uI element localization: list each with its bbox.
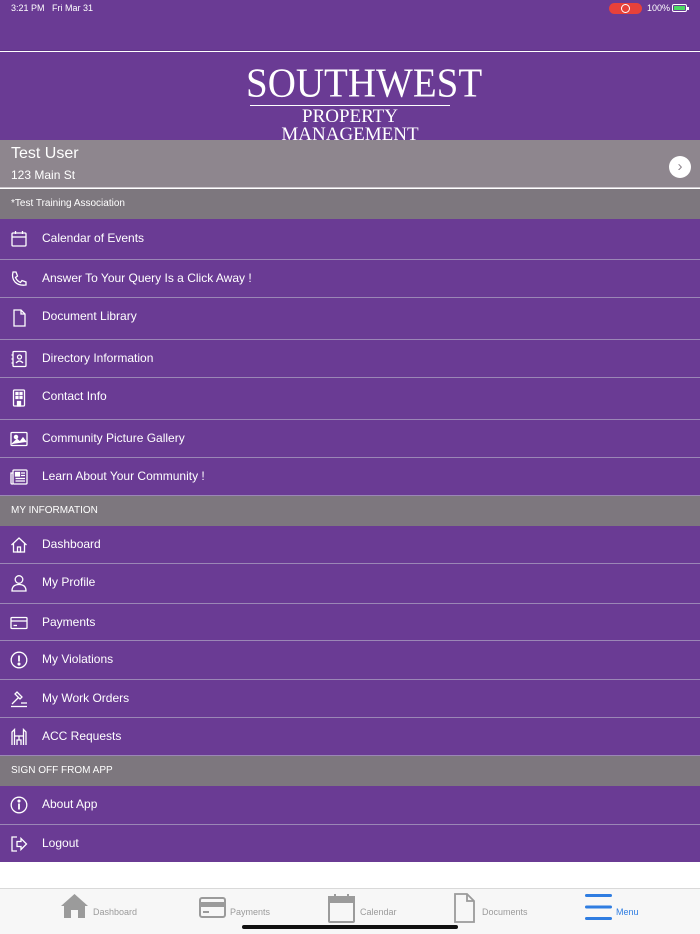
tab-label: Payments bbox=[230, 907, 271, 917]
home-icon bbox=[60, 893, 89, 919]
menu-item-dashboard[interactable]: Dashboard bbox=[0, 526, 700, 564]
phone-icon bbox=[10, 270, 28, 288]
header-logo-area: SOUTHWEST PROPERTY MANAGEMENT bbox=[0, 52, 700, 144]
status-time: 3:21 PM Fri Mar 31 bbox=[11, 3, 94, 13]
hammer-icon bbox=[10, 690, 28, 708]
menu-item-label: Community Picture Gallery bbox=[42, 431, 185, 445]
status-bar: 3:21 PM Fri Mar 31 100% bbox=[0, 0, 700, 18]
newspaper-icon bbox=[10, 468, 28, 486]
menu-item-label: Answer To Your Query Is a Click Away ! bbox=[42, 271, 252, 285]
nav-bar bbox=[0, 18, 700, 51]
user-address: 123 Main St bbox=[11, 168, 76, 182]
hamburger-icon bbox=[585, 893, 612, 921]
contact-card-icon bbox=[10, 350, 28, 368]
content-spacer bbox=[0, 862, 700, 888]
info-icon bbox=[10, 796, 28, 814]
menu-item-my-profile[interactable]: My Profile bbox=[0, 564, 700, 604]
user-profile-row[interactable]: Test User 123 Main St › bbox=[0, 140, 700, 188]
person-icon bbox=[10, 574, 28, 592]
menu-item-directory-information[interactable]: Directory Information bbox=[0, 340, 700, 378]
chevron-right-icon[interactable]: › bbox=[669, 156, 691, 178]
menu-item-label: Payments bbox=[42, 615, 96, 629]
logout-icon bbox=[10, 835, 28, 853]
menu-item-label: ACC Requests bbox=[42, 729, 122, 743]
menu-item-label: Dashboard bbox=[42, 537, 101, 551]
menu-item-label: About App bbox=[42, 797, 98, 811]
menu-item-my-violations[interactable]: My Violations bbox=[0, 641, 700, 680]
section-header-association: *Test Training Association bbox=[0, 189, 700, 219]
image-icon bbox=[10, 430, 28, 448]
menu-item-label: Directory Information bbox=[42, 351, 154, 365]
calendar-icon bbox=[328, 893, 355, 923]
home-icon bbox=[10, 536, 28, 554]
menu-item-about-app[interactable]: About App bbox=[0, 786, 700, 825]
acc-icon bbox=[10, 728, 28, 746]
credit-card-icon bbox=[199, 897, 226, 919]
menu-item-learn-about-community[interactable]: Learn About Your Community ! bbox=[0, 458, 700, 496]
home-indicator[interactable] bbox=[242, 925, 458, 929]
menu-item-payments[interactable]: Payments bbox=[0, 604, 700, 641]
menu-item-acc-requests[interactable]: ACC Requests bbox=[0, 718, 700, 756]
screen-recording-icon bbox=[609, 3, 642, 14]
menu-item-label: My Profile bbox=[42, 575, 96, 589]
company-logo: SOUTHWEST PROPERTY MANAGEMENT bbox=[246, 60, 483, 144]
menu-item-community-picture-gallery[interactable]: Community Picture Gallery bbox=[0, 420, 700, 458]
alert-circle-icon bbox=[10, 651, 28, 669]
logo-line2: PROPERTY MANAGEMENT bbox=[281, 106, 419, 145]
menu-item-my-work-orders[interactable]: My Work Orders bbox=[0, 680, 700, 718]
menu-item-document-library[interactable]: Document Library bbox=[0, 298, 700, 340]
menu-item-label: Contact Info bbox=[42, 389, 107, 403]
tab-label: Dashboard bbox=[93, 907, 138, 917]
menu-item-label: Learn About Your Community ! bbox=[42, 469, 205, 483]
menu-item-answer-query[interactable]: Answer To Your Query Is a Click Away ! bbox=[0, 260, 700, 298]
user-name: Test User bbox=[11, 145, 79, 162]
menu-item-label: Document Library bbox=[42, 309, 137, 323]
menu-item-logout[interactable]: Logout bbox=[0, 825, 700, 862]
tab-label: Documents bbox=[482, 907, 528, 917]
building-icon bbox=[10, 389, 28, 407]
document-icon bbox=[454, 893, 475, 923]
credit-card-icon bbox=[10, 614, 28, 632]
menu-item-label: Calendar of Events bbox=[42, 231, 145, 245]
menu-item-calendar-of-events[interactable]: Calendar of Events bbox=[0, 219, 700, 260]
section-header-my-information: MY INFORMATION bbox=[0, 496, 700, 526]
menu-item-contact-info[interactable]: Contact Info bbox=[0, 378, 700, 420]
section-header-sign-off: SIGN OFF FROM APP bbox=[0, 756, 700, 786]
menu-item-label: My Work Orders bbox=[42, 691, 130, 705]
menu-item-label: My Violations bbox=[42, 652, 114, 666]
tab-label: Menu bbox=[616, 907, 639, 917]
menu-item-label: Logout bbox=[42, 836, 79, 850]
battery-icon bbox=[672, 4, 689, 12]
document-icon bbox=[10, 309, 28, 327]
calendar-icon bbox=[10, 230, 28, 248]
logo-line1: SOUTHWEST bbox=[246, 60, 483, 107]
tab-label: Calendar bbox=[360, 907, 397, 917]
battery-percent: 100% bbox=[647, 3, 671, 13]
